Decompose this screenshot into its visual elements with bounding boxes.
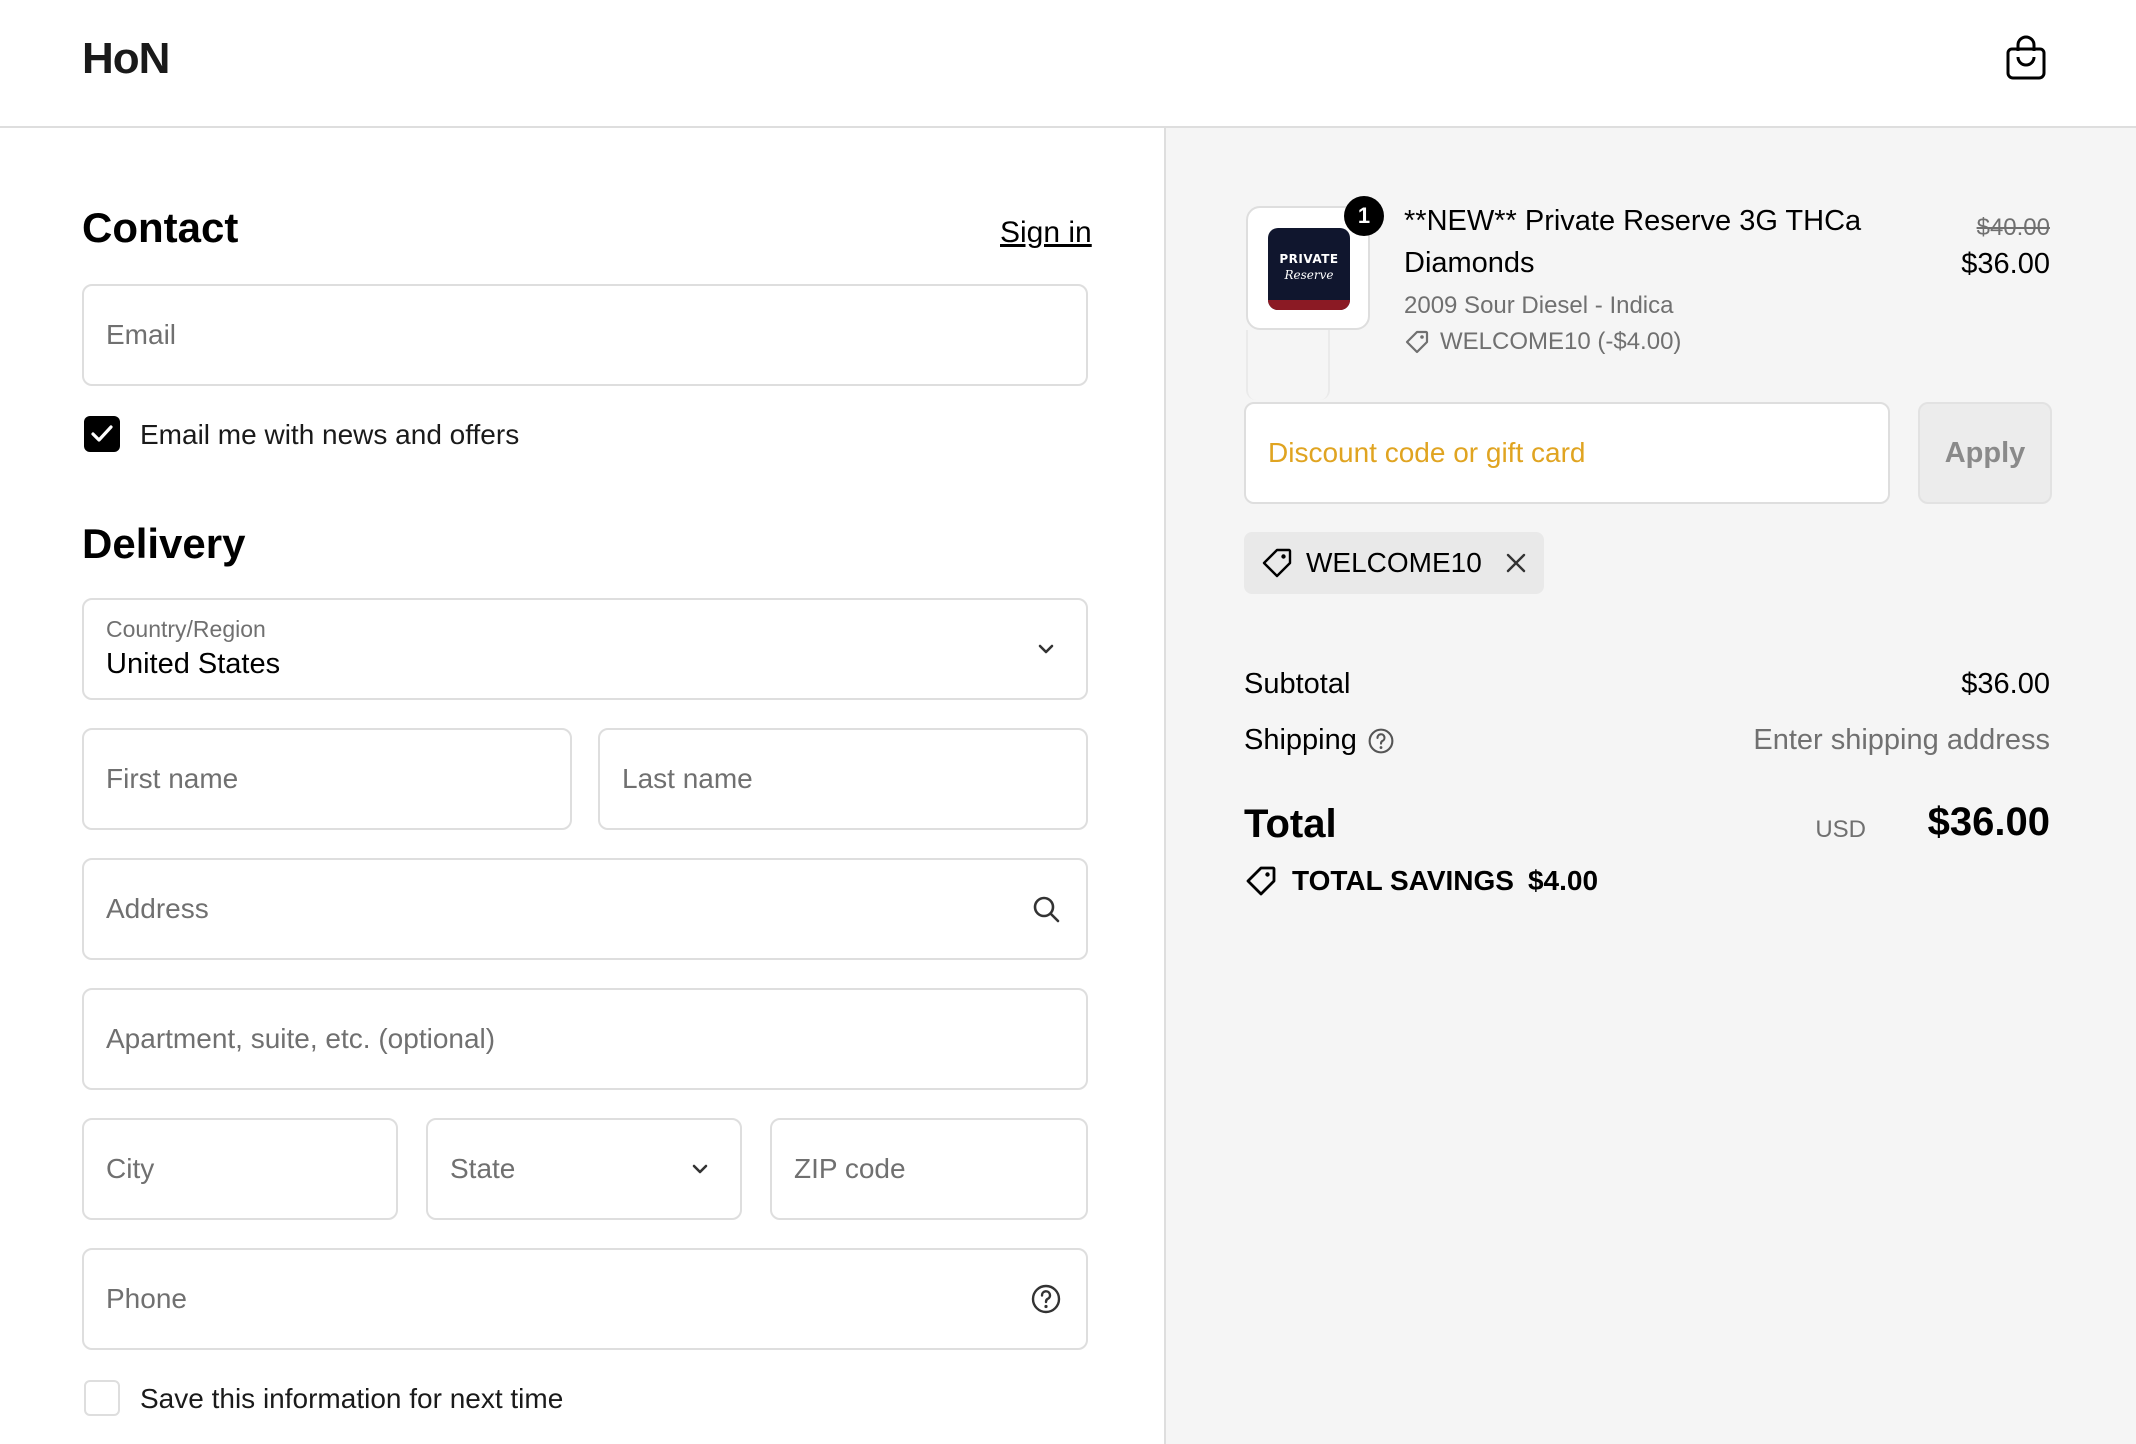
total-currency: USD: [1815, 816, 1866, 843]
country-select[interactable]: Country/Region United States: [82, 598, 1088, 700]
address-placeholder: Address: [106, 893, 209, 924]
thumb-stack-decoration: [1246, 330, 1330, 400]
total-savings: TOTAL SAVINGS $4.00: [1244, 864, 1598, 898]
last-name-field[interactable]: Last name: [598, 728, 1088, 830]
state-placeholder: State: [450, 1153, 516, 1184]
first-name-field[interactable]: First name: [82, 728, 572, 830]
news-checkbox-label: Email me with news and offers: [140, 419, 520, 450]
shipping-row: Shipping: [1244, 724, 1395, 757]
apply-button[interactable]: Apply: [1918, 402, 2052, 504]
quantity-badge: 1: [1344, 196, 1384, 236]
email-field[interactable]: Email: [82, 284, 1088, 386]
product-discount-text: WELCOME10 (-$4.00): [1440, 328, 1682, 355]
sign-in-link[interactable]: Sign in: [1000, 216, 1092, 250]
save-info-label: Save this information for next time: [140, 1383, 564, 1414]
subtotal-label: Subtotal: [1244, 668, 1351, 700]
order-summary: PRIVATE Reserve 1 **NEW** Private Reserv…: [1164, 128, 2136, 1444]
discount-code-input[interactable]: Discount code or gift card: [1244, 402, 1890, 504]
savings-label: TOTAL SAVINGS: [1292, 865, 1514, 896]
chevron-down-icon: [692, 1164, 708, 1174]
total-label: Total: [1244, 802, 1337, 846]
header: HoN: [0, 0, 2136, 128]
tag-icon: [1405, 330, 1429, 354]
zip-placeholder: ZIP code: [794, 1153, 906, 1184]
address-field[interactable]: Address: [82, 858, 1088, 960]
last-name-placeholder: Last name: [622, 763, 753, 794]
help-circle-icon[interactable]: [1367, 727, 1395, 755]
applied-code-chip: WELCOME10: [1244, 532, 1544, 594]
shipping-label: Shipping: [1244, 724, 1357, 756]
close-icon[interactable]: [1502, 549, 1530, 577]
product-variant: 2009 Sour Diesel - Indica: [1404, 292, 1674, 319]
checkmark-icon: [91, 425, 113, 442]
price-original: $40.00: [1976, 214, 2050, 241]
apartment-field[interactable]: Apartment, suite, etc. (optional): [82, 988, 1088, 1090]
first-name-placeholder: First name: [106, 763, 239, 794]
price-final: $36.00: [1961, 248, 2050, 280]
tag-icon: [1246, 866, 1276, 896]
city-placeholder: City: [106, 1153, 155, 1184]
country-value: United States: [106, 648, 281, 680]
discount-placeholder: Discount code or gift card: [1268, 437, 1586, 468]
product-discount: WELCOME10 (-$4.00): [1404, 328, 1681, 356]
savings-value: $4.00: [1527, 865, 1599, 896]
checkout-page: HoN Contact Sign in Email Email me with …: [0, 0, 2136, 1444]
tag-icon: [1262, 548, 1292, 578]
help-circle-icon[interactable]: [1030, 1283, 1062, 1315]
subtotal-value: $36.00: [1961, 668, 2050, 700]
delivery-title: Delivery: [82, 520, 246, 567]
contact-title: Contact: [82, 204, 239, 251]
shopping-bag-icon[interactable]: [2004, 33, 2048, 81]
email-placeholder: Email: [106, 319, 177, 350]
chevron-down-icon: [1038, 644, 1054, 654]
product-image-text: PRIVATE: [1279, 252, 1339, 266]
product-image: PRIVATE Reserve: [1268, 228, 1350, 310]
product-image-script-text: Reserve: [1284, 268, 1334, 282]
total-amount: $36.00: [1927, 800, 2050, 844]
shipping-value: Enter shipping address: [1753, 724, 2050, 756]
save-info-checkbox[interactable]: [84, 1380, 120, 1416]
news-checkbox[interactable]: [84, 416, 120, 452]
zip-field[interactable]: ZIP code: [770, 1118, 1088, 1220]
store-logo[interactable]: HoN: [82, 34, 170, 84]
search-icon: [1033, 896, 1060, 923]
state-select[interactable]: State: [426, 1118, 742, 1220]
city-field[interactable]: City: [82, 1118, 398, 1220]
apartment-placeholder: Apartment, suite, etc. (optional): [106, 1023, 496, 1054]
product-image-band: [1268, 300, 1350, 310]
phone-placeholder: Phone: [106, 1283, 187, 1314]
product-title: **NEW** Private Reserve 3G THCa Diamonds: [1404, 205, 1862, 279]
checkout-form: Contact Sign in Email Email me with news…: [0, 128, 1164, 1444]
applied-code-text: WELCOME10: [1306, 547, 1482, 578]
country-label: Country/Region: [106, 616, 266, 642]
phone-field[interactable]: Phone: [82, 1248, 1088, 1350]
